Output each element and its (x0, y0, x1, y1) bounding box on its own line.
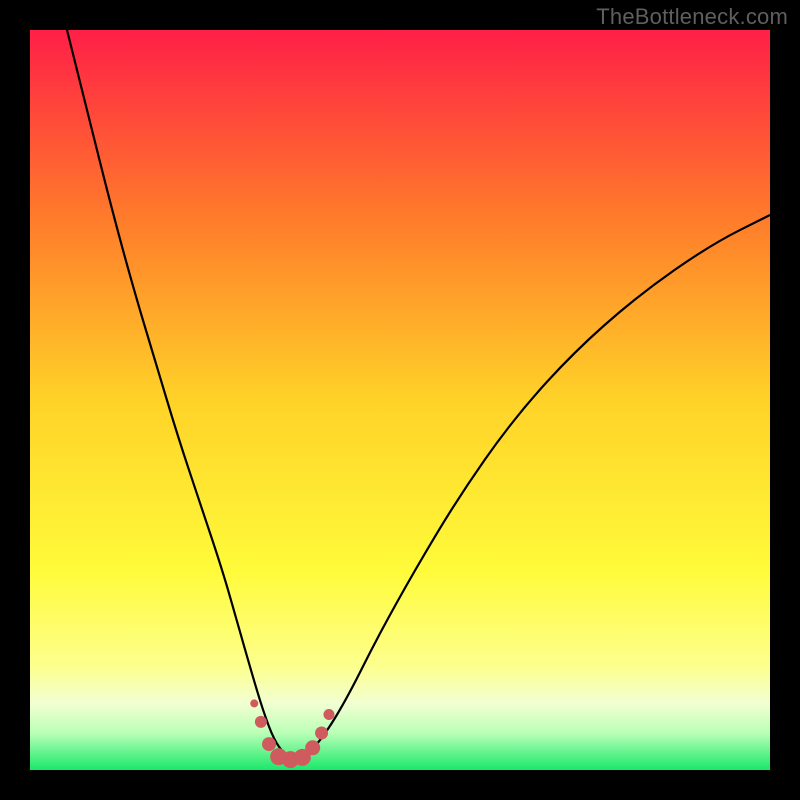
watermark-text: TheBottleneck.com (596, 4, 788, 30)
plot-area (30, 30, 770, 770)
marker-dot (262, 737, 276, 751)
chart-frame: TheBottleneck.com (0, 0, 800, 800)
marker-dot (255, 716, 267, 728)
marker-dot (305, 740, 320, 755)
marker-dot (323, 709, 334, 720)
gradient-background (30, 30, 770, 770)
marker-dot (250, 699, 258, 707)
bottleneck-chart (30, 30, 770, 770)
marker-dot (315, 727, 328, 740)
